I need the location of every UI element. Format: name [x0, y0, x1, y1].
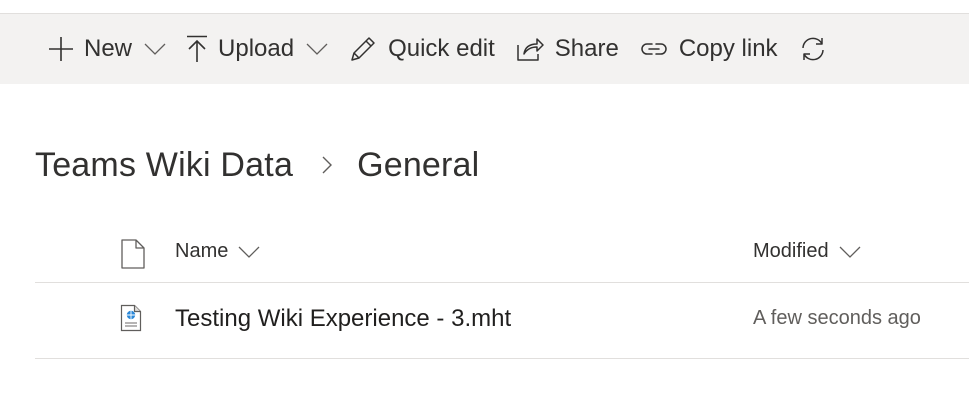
modified-column-label: Modified — [753, 240, 829, 262]
quick-edit-label: Quick edit — [388, 35, 495, 62]
sync-icon — [798, 34, 828, 64]
modified-value: A few seconds ago — [753, 307, 921, 329]
breadcrumb: Teams Wiki Data General — [35, 140, 479, 190]
new-label: New — [84, 35, 133, 62]
breadcrumb-item-teams-wiki-data[interactable]: Teams Wiki Data — [35, 146, 293, 185]
share-label: Share — [554, 35, 619, 62]
link-icon — [639, 38, 669, 60]
sync-button[interactable] — [798, 14, 858, 84]
name-column-label: Name — [175, 240, 229, 262]
copy-link-label: Copy link — [678, 35, 778, 62]
chevron-down-icon — [306, 43, 328, 55]
share-icon — [515, 36, 545, 62]
chevron-down-icon — [144, 43, 166, 55]
upload-arrow-icon — [186, 35, 208, 63]
chevron-down-icon — [839, 246, 861, 258]
quick-edit-button[interactable]: Quick edit — [348, 14, 515, 84]
list-header: Name Modified — [35, 230, 969, 283]
file-name-link[interactable]: Testing Wiki Experience - 3.mht — [175, 305, 511, 333]
web-archive-file-icon — [120, 304, 142, 337]
breadcrumb-separator-icon — [321, 155, 333, 175]
modified-column-header[interactable]: Modified — [753, 240, 861, 263]
pencil-icon — [348, 34, 378, 64]
upload-button[interactable]: Upload — [186, 14, 348, 84]
upload-label: Upload — [218, 35, 295, 62]
share-button[interactable]: Share — [515, 14, 639, 84]
copy-link-button[interactable]: Copy link — [639, 14, 798, 84]
plus-icon — [48, 36, 74, 62]
new-button[interactable]: New — [0, 14, 186, 84]
file-type-column-icon[interactable] — [120, 239, 146, 274]
chevron-down-icon — [238, 246, 260, 258]
name-column-header[interactable]: Name — [175, 240, 260, 263]
table-row[interactable]: Testing Wiki Experience - 3.mht A few se… — [35, 283, 969, 359]
breadcrumb-item-general[interactable]: General — [357, 146, 479, 185]
command-bar: New Upload Quick edit Share Copy link — [0, 14, 969, 84]
